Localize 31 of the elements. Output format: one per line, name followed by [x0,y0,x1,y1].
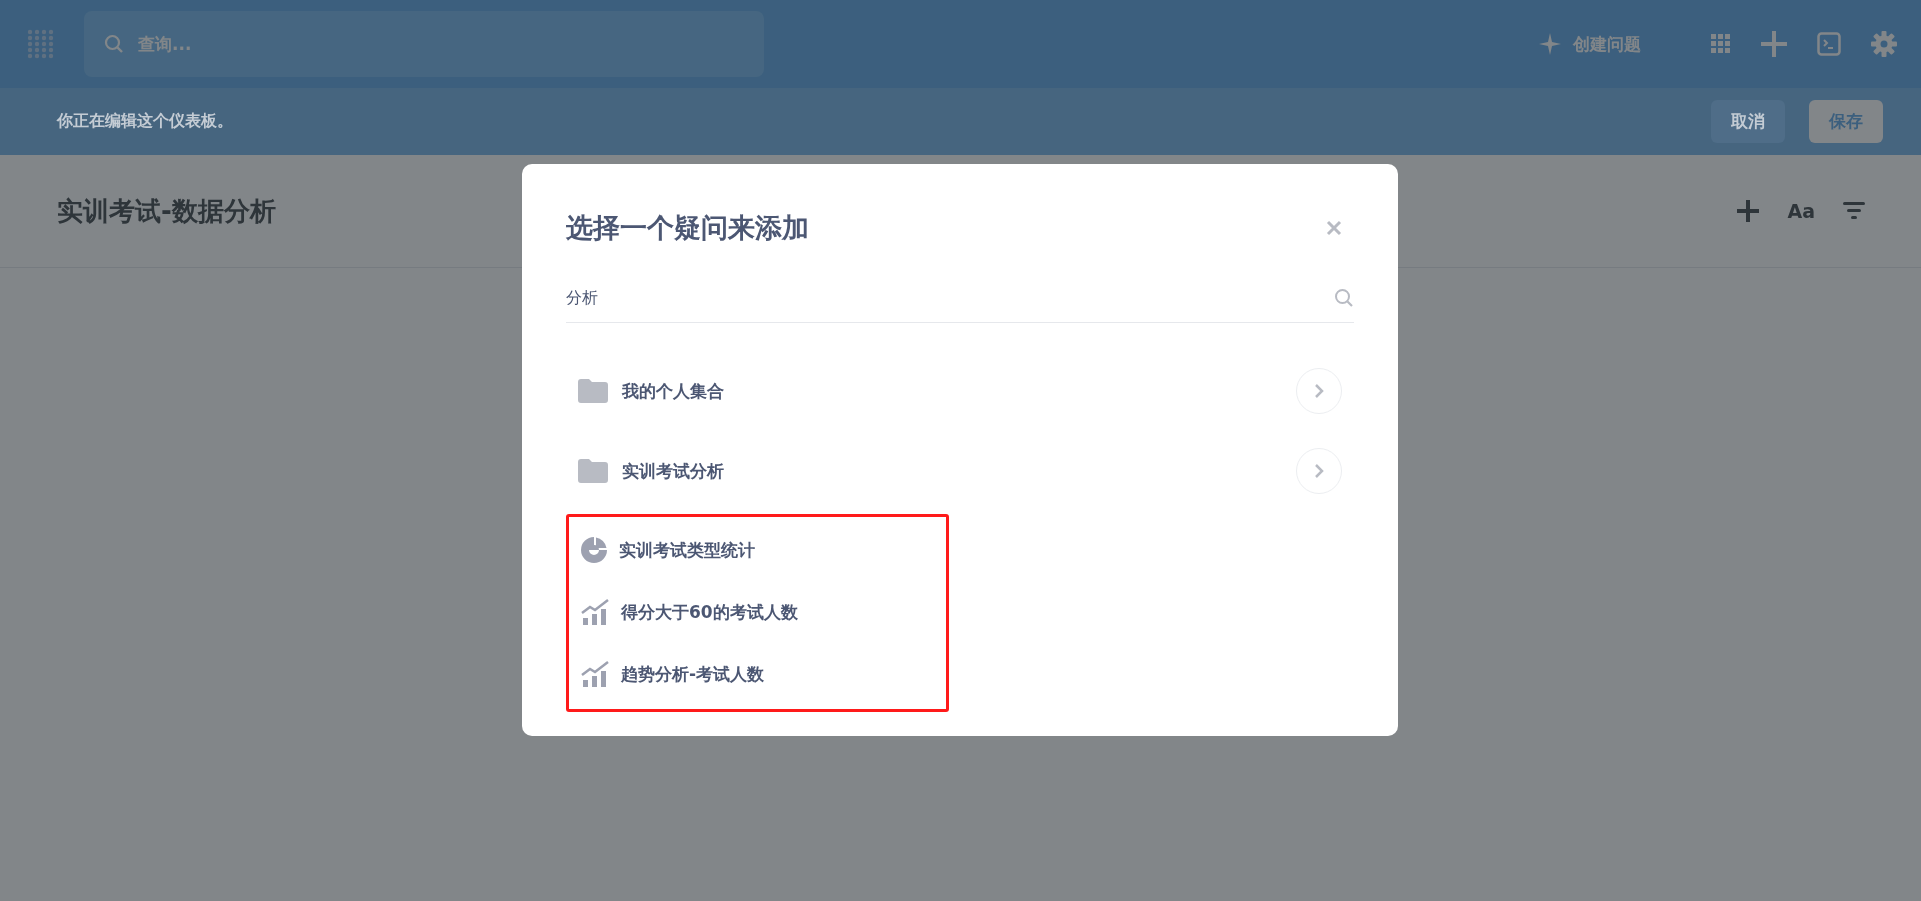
search-icon [104,34,124,54]
dialog-title: 选择一个疑问来添加 [566,211,809,245]
close-icon[interactable] [1326,220,1342,236]
question-item[interactable]: 趋势分析-考试人数 [569,643,946,705]
sparkle-icon [1539,33,1561,55]
add-icon[interactable] [1737,200,1760,222]
line-chart-icon [581,661,609,687]
question-name: 实训考试类型统计 [619,538,755,562]
settings-icon[interactable] [1871,31,1897,57]
dashboard-title: 实训考试-数据分析 [57,194,276,228]
question-item[interactable]: 得分大于60的考试人数 [569,581,946,643]
chevron-icon [1314,463,1324,479]
question-item[interactable]: 实训考试类型统计 [569,519,946,581]
folder-icon [578,379,608,403]
filter-icon[interactable] [1843,202,1865,220]
terminal-icon[interactable] [1817,32,1841,56]
collection-name: 实训考试分析 [622,459,724,483]
collection-item[interactable]: 实训考试分析 [566,431,1354,511]
search-field[interactable]: 分析 [566,274,1354,323]
grid-icon[interactable] [1711,34,1731,54]
line-chart-icon [581,599,609,625]
plus-icon[interactable] [1761,31,1787,57]
pie-chart-icon [581,537,607,563]
folder-icon [578,459,608,483]
edit-message: 你正在编辑这个仪表板。 [57,111,233,132]
collection-item[interactable]: 我的个人集合 [566,351,1354,431]
search-icon [1334,288,1354,308]
collection-name: 我的个人集合 [622,379,724,403]
chevron-icon [1314,383,1324,399]
question-name: 趋势分析-考试人数 [621,662,765,686]
question-name: 得分大于60的考试人数 [621,600,798,624]
